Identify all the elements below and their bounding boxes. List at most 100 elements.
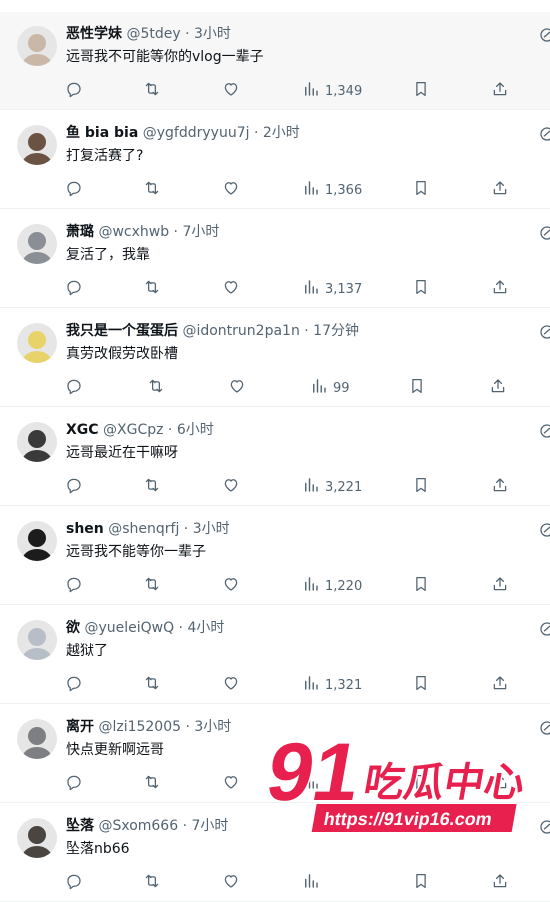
grok-icon[interactable] xyxy=(538,125,550,143)
avatar[interactable] xyxy=(17,521,57,561)
bookmark-button[interactable] xyxy=(408,377,426,399)
handle[interactable]: @ygfddryyuu7j xyxy=(143,125,250,141)
share-button[interactable] xyxy=(491,476,509,498)
avatar[interactable] xyxy=(17,26,57,66)
views-button[interactable]: 1,220 xyxy=(302,575,362,597)
avatar[interactable] xyxy=(17,224,57,264)
share-button[interactable] xyxy=(491,872,509,894)
reply-button[interactable] xyxy=(65,80,83,102)
handle[interactable]: @5tdey xyxy=(126,26,180,42)
avatar[interactable] xyxy=(17,719,57,759)
like-button[interactable] xyxy=(222,674,240,696)
like-button[interactable] xyxy=(222,575,240,597)
bookmark-button[interactable] xyxy=(412,872,430,894)
tweet[interactable]: 恶性学妹 @5tdey · 3小时 远哥我不可能等你的vlog一辈子 1,349 xyxy=(0,12,550,110)
handle[interactable]: @lzi152005 xyxy=(98,719,181,735)
timestamp[interactable]: 3小时 xyxy=(193,521,230,537)
display-name[interactable]: 坠落 xyxy=(66,818,94,834)
avatar[interactable] xyxy=(17,818,57,858)
like-button[interactable] xyxy=(222,773,240,795)
bookmark-button[interactable] xyxy=(412,575,430,597)
share-button[interactable] xyxy=(491,80,509,102)
retweet-button[interactable] xyxy=(143,575,161,597)
grok-icon[interactable] xyxy=(538,620,550,638)
grok-icon[interactable] xyxy=(538,224,550,242)
timestamp[interactable]: 7小时 xyxy=(191,818,228,834)
bookmark-button[interactable] xyxy=(412,80,430,102)
tweet[interactable]: 萧璐 @wcxhwb · 7小时 复活了，我靠 3,137 xyxy=(0,210,550,308)
timestamp[interactable]: 4小时 xyxy=(187,620,224,636)
handle[interactable]: @yueleiQwQ xyxy=(84,620,174,636)
avatar[interactable] xyxy=(17,422,57,462)
tweet[interactable]: 我只是一个蛋蛋后 @idontrun2pa1n · 17分钟 真劳改假劳改卧槽 … xyxy=(0,309,550,407)
bookmark-button[interactable] xyxy=(412,179,430,201)
timestamp[interactable]: 3小时 xyxy=(194,719,231,735)
handle[interactable]: @wcxhwb xyxy=(98,224,169,240)
display-name[interactable]: 萧璐 xyxy=(66,224,94,240)
avatar[interactable] xyxy=(17,125,57,165)
views-button[interactable]: 99 xyxy=(310,377,350,399)
reply-button[interactable] xyxy=(65,476,83,498)
tweet[interactable]: 鱼 bia bia @ygfddryyuu7j · 2小时 打复活赛了? 1,3… xyxy=(0,111,550,209)
views-button[interactable]: 1,366 xyxy=(302,179,362,201)
handle[interactable]: @XGCpz xyxy=(103,422,163,438)
timestamp[interactable]: 6小时 xyxy=(177,422,214,438)
timestamp[interactable]: 2小时 xyxy=(263,125,300,141)
avatar[interactable] xyxy=(17,620,57,660)
bookmark-button[interactable] xyxy=(412,674,430,696)
share-button[interactable] xyxy=(491,575,509,597)
handle[interactable]: @shenqrfj xyxy=(108,521,179,537)
views-button[interactable]: 3,221 xyxy=(302,476,362,498)
like-button[interactable] xyxy=(222,476,240,498)
timestamp[interactable]: 17分钟 xyxy=(313,323,359,339)
like-button[interactable] xyxy=(222,278,240,300)
reply-button[interactable] xyxy=(65,773,83,795)
reply-button[interactable] xyxy=(65,179,83,201)
share-button[interactable] xyxy=(491,278,509,300)
grok-icon[interactable] xyxy=(538,323,550,341)
timestamp[interactable]: 7小时 xyxy=(182,224,219,240)
grok-icon[interactable] xyxy=(538,422,550,440)
share-button[interactable] xyxy=(489,377,507,399)
grok-icon[interactable] xyxy=(538,26,550,44)
share-button[interactable] xyxy=(491,674,509,696)
views-button[interactable]: 3,137 xyxy=(302,278,362,300)
retweet-button[interactable] xyxy=(143,80,161,102)
reply-button[interactable] xyxy=(65,674,83,696)
retweet-button[interactable] xyxy=(143,872,161,894)
tweet[interactable]: shen @shenqrfj · 3小时 远哥我不能等你一辈子 1,220 xyxy=(0,507,550,605)
views-button[interactable]: 1,321 xyxy=(302,674,362,696)
like-button[interactable] xyxy=(222,872,240,894)
retweet-button[interactable] xyxy=(143,674,161,696)
bookmark-button[interactable] xyxy=(412,278,430,300)
reply-button[interactable] xyxy=(65,872,83,894)
share-button[interactable] xyxy=(491,179,509,201)
tweet[interactable]: XGC @XGCpz · 6小时 远哥最近在干嘛呀 3,221 xyxy=(0,408,550,506)
tweet[interactable]: 欲 @yueleiQwQ · 4小时 越狱了 1,321 xyxy=(0,606,550,704)
bookmark-button[interactable] xyxy=(412,476,430,498)
retweet-button[interactable] xyxy=(143,179,161,201)
handle[interactable]: @Sxom666 xyxy=(98,818,178,834)
views-button[interactable]: 1,349 xyxy=(302,80,362,102)
retweet-button[interactable] xyxy=(143,773,161,795)
like-button[interactable] xyxy=(222,80,240,102)
reply-button[interactable] xyxy=(65,575,83,597)
like-button[interactable] xyxy=(222,179,240,201)
grok-icon[interactable] xyxy=(538,521,550,539)
display-name[interactable]: 离开 xyxy=(66,719,94,735)
handle[interactable]: @idontrun2pa1n xyxy=(182,323,299,339)
retweet-button[interactable] xyxy=(143,476,161,498)
avatar[interactable] xyxy=(17,323,57,363)
reply-button[interactable] xyxy=(65,278,83,300)
display-name[interactable]: shen xyxy=(66,521,104,537)
like-button[interactable] xyxy=(228,377,246,399)
display-name[interactable]: 恶性学妹 xyxy=(66,26,122,42)
reply-button[interactable] xyxy=(65,377,83,399)
retweet-button[interactable] xyxy=(143,278,161,300)
display-name[interactable]: 我只是一个蛋蛋后 xyxy=(66,323,178,339)
display-name[interactable]: XGC xyxy=(66,422,99,438)
timestamp[interactable]: 3小时 xyxy=(194,26,231,42)
views-button[interactable] xyxy=(302,872,325,894)
display-name[interactable]: 鱼 bia bia xyxy=(66,125,138,141)
retweet-button[interactable] xyxy=(147,377,165,399)
